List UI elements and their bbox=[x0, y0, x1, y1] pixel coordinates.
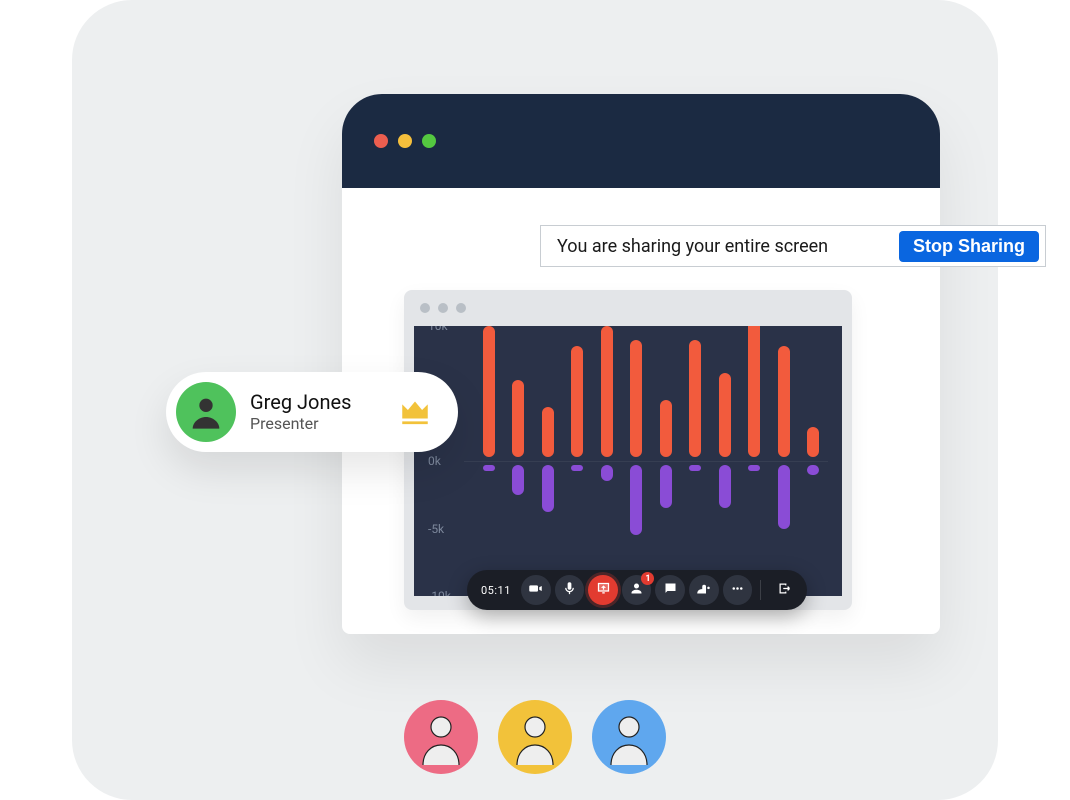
bar-negative bbox=[660, 465, 672, 508]
presenter-pill: Greg Jones Presenter bbox=[166, 372, 458, 452]
window-dot-icon bbox=[456, 303, 466, 313]
leave-icon bbox=[777, 581, 792, 600]
y-tick-label: -5k bbox=[428, 522, 444, 536]
bar-positive bbox=[601, 326, 613, 457]
y-tick-label: 0k bbox=[428, 454, 441, 468]
toolbar-divider bbox=[760, 580, 761, 600]
window-minimize-icon[interactable] bbox=[398, 134, 412, 148]
chat-button[interactable] bbox=[655, 575, 685, 605]
microphone-button[interactable] bbox=[555, 575, 585, 605]
y-tick-label: 10k bbox=[428, 326, 448, 333]
chat-icon bbox=[663, 581, 678, 600]
bar-positive bbox=[542, 407, 554, 457]
presenter-name: Greg Jones bbox=[250, 390, 384, 414]
bar-negative bbox=[630, 465, 642, 535]
bar-positive bbox=[748, 326, 760, 457]
screen-share-banner: You are sharing your entire screen Stop … bbox=[540, 225, 1046, 267]
bar-negative bbox=[571, 465, 583, 471]
bar-positive bbox=[512, 380, 524, 457]
microphone-icon bbox=[562, 581, 577, 600]
participants-icon bbox=[629, 581, 644, 600]
crown-icon bbox=[398, 393, 432, 431]
bar-negative bbox=[542, 465, 554, 512]
bar-negative bbox=[689, 465, 701, 471]
canvas: You are sharing your entire screen Stop … bbox=[72, 0, 998, 800]
bar-positive bbox=[660, 400, 672, 457]
app-titlebar bbox=[342, 94, 940, 188]
share-screen-button[interactable] bbox=[588, 575, 618, 605]
more-button[interactable] bbox=[723, 575, 753, 605]
bar-negative bbox=[512, 465, 524, 495]
y-tick-label: -10k bbox=[428, 589, 451, 596]
participants-badge: 1 bbox=[641, 572, 654, 585]
participants-button[interactable]: 1 bbox=[622, 575, 652, 605]
shared-window-titlebar bbox=[404, 290, 852, 326]
call-toolbar: 05:11 1 bbox=[467, 570, 807, 610]
reactions-icon bbox=[696, 581, 711, 600]
call-timer: 05:11 bbox=[481, 584, 511, 597]
participant-avatar[interactable] bbox=[404, 700, 478, 774]
bar-positive bbox=[719, 373, 731, 457]
presenter-role: Presenter bbox=[250, 414, 384, 433]
video-icon bbox=[528, 581, 543, 600]
more-icon bbox=[730, 581, 745, 600]
bar-negative bbox=[719, 465, 731, 508]
bar-negative bbox=[778, 465, 790, 529]
bar-negative bbox=[601, 465, 613, 481]
bar-chart: 10k 0k -5k -10k bbox=[414, 326, 842, 596]
bar-negative bbox=[748, 465, 760, 471]
window-maximize-icon[interactable] bbox=[422, 134, 436, 148]
window-close-icon[interactable] bbox=[374, 134, 388, 148]
bar-positive bbox=[689, 340, 701, 458]
bar-positive bbox=[807, 427, 819, 457]
video-button[interactable] bbox=[521, 575, 551, 605]
window-dot-icon bbox=[438, 303, 448, 313]
bar-negative bbox=[807, 465, 819, 475]
bar-positive bbox=[483, 326, 495, 457]
screen-share-message: You are sharing your entire screen bbox=[557, 236, 885, 257]
bar-positive bbox=[630, 340, 642, 458]
leave-call-button[interactable] bbox=[769, 575, 799, 605]
stop-sharing-button[interactable]: Stop Sharing bbox=[899, 231, 1039, 262]
shared-screen-window: 10k 0k -5k -10k bbox=[404, 290, 852, 610]
participant-avatar[interactable] bbox=[498, 700, 572, 774]
bars-container bbox=[474, 326, 828, 596]
participant-row bbox=[72, 700, 998, 774]
window-dot-icon bbox=[420, 303, 430, 313]
participant-avatar[interactable] bbox=[592, 700, 666, 774]
presenter-text: Greg Jones Presenter bbox=[250, 390, 384, 433]
bar-positive bbox=[571, 346, 583, 457]
bar-negative bbox=[483, 465, 495, 471]
reactions-button[interactable] bbox=[689, 575, 719, 605]
share-screen-icon bbox=[596, 581, 611, 600]
presenter-avatar bbox=[176, 382, 236, 442]
bar-positive bbox=[778, 346, 790, 457]
